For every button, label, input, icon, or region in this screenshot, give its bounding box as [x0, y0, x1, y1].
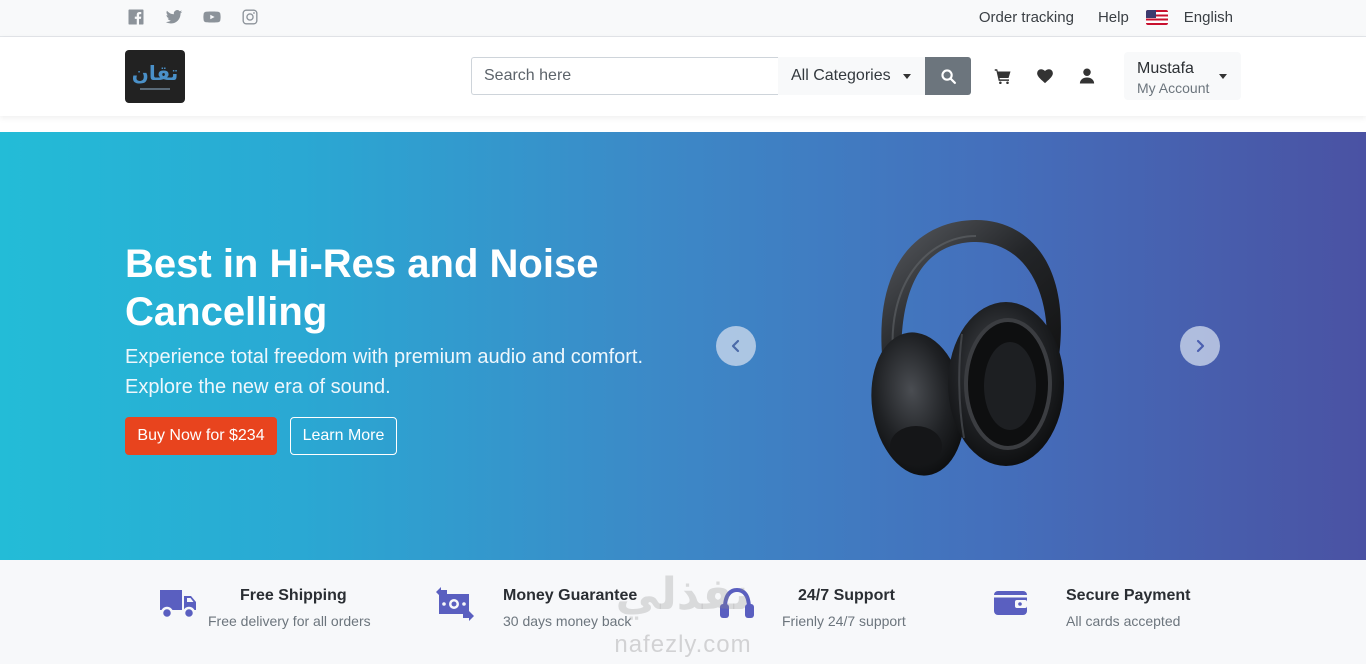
search-icon	[940, 68, 956, 84]
top-links: Order tracking Help English	[955, 9, 1233, 26]
wallet-icon	[993, 586, 1033, 622]
logo[interactable]: تقان	[125, 50, 185, 103]
hero-title: Best in Hi-Res and Noise Cancelling	[125, 242, 599, 334]
youtube-icon[interactable]	[203, 8, 221, 26]
search-bar: All Categories	[471, 57, 971, 95]
twitter-icon[interactable]	[165, 8, 183, 26]
order-tracking-link[interactable]: Order tracking	[979, 9, 1074, 26]
category-label: All Categories	[791, 67, 891, 84]
cart-icon[interactable]	[994, 67, 1012, 85]
feature-free-shipping: Free Shipping Free delivery for all orde…	[158, 560, 418, 664]
account-name: Mustafa	[1137, 60, 1194, 77]
carousel-next-button[interactable]	[1180, 326, 1220, 366]
logo-underline	[140, 88, 170, 90]
feature-title: Money Guarantee	[503, 587, 638, 604]
account-label: My Account	[1137, 80, 1210, 96]
language-selector[interactable]: English	[1145, 9, 1233, 26]
feature-money-guarantee: Money Guarantee 30 days money back	[435, 560, 695, 664]
instagram-icon[interactable]	[241, 8, 259, 26]
logo-text: تقان	[131, 61, 179, 85]
feature-title: Secure Payment	[1066, 587, 1191, 604]
feature-title: Free Shipping	[240, 587, 347, 604]
feature-secure-payment: Secure Payment All cards accepted	[993, 560, 1253, 664]
truck-icon	[158, 586, 198, 622]
features-bar: Free Shipping Free delivery for all orde…	[0, 560, 1366, 664]
chevron-right-icon	[1196, 339, 1205, 353]
feature-subtitle: 30 days money back	[503, 613, 632, 629]
hero-banner: Best in Hi-Res and Noise Cancelling Expe…	[0, 132, 1366, 560]
search-button[interactable]	[925, 57, 971, 95]
feature-subtitle: All cards accepted	[1066, 613, 1181, 629]
money-icon	[435, 586, 475, 622]
chevron-down-icon	[902, 73, 911, 79]
headphones-image	[871, 220, 1064, 476]
feature-title: 24/7 Support	[798, 587, 895, 604]
carousel-prev-button[interactable]	[716, 326, 756, 366]
category-dropdown[interactable]: All Categories	[778, 57, 925, 95]
user-icon[interactable]	[1078, 67, 1096, 85]
main-header: تقان All Categories Mustafa My Account	[0, 37, 1366, 116]
hero-subtitle: Experience total freedom with premium au…	[125, 346, 644, 398]
feature-support: 24/7 Support Frienly 24/7 support	[717, 560, 977, 664]
social-links	[127, 8, 259, 26]
feature-subtitle: Frienly 24/7 support	[782, 613, 906, 629]
feature-subtitle: Free delivery for all orders	[208, 613, 371, 629]
chevron-left-icon	[731, 339, 740, 353]
headset-icon	[717, 586, 757, 622]
facebook-icon[interactable]	[127, 8, 145, 26]
top-bar: Order tracking Help English	[0, 0, 1366, 37]
search-input[interactable]	[471, 57, 778, 95]
learn-more-button[interactable]: Learn More	[290, 417, 397, 455]
help-link[interactable]: Help	[1098, 9, 1129, 26]
us-flag-icon	[1145, 10, 1168, 25]
heart-icon[interactable]	[1036, 67, 1054, 85]
chevron-down-icon	[1219, 74, 1227, 79]
account-menu[interactable]: Mustafa My Account	[1124, 52, 1241, 100]
buy-now-button[interactable]: Buy Now for $234	[125, 417, 277, 455]
language-label: English	[1183, 9, 1233, 26]
header-icons	[994, 67, 1096, 85]
